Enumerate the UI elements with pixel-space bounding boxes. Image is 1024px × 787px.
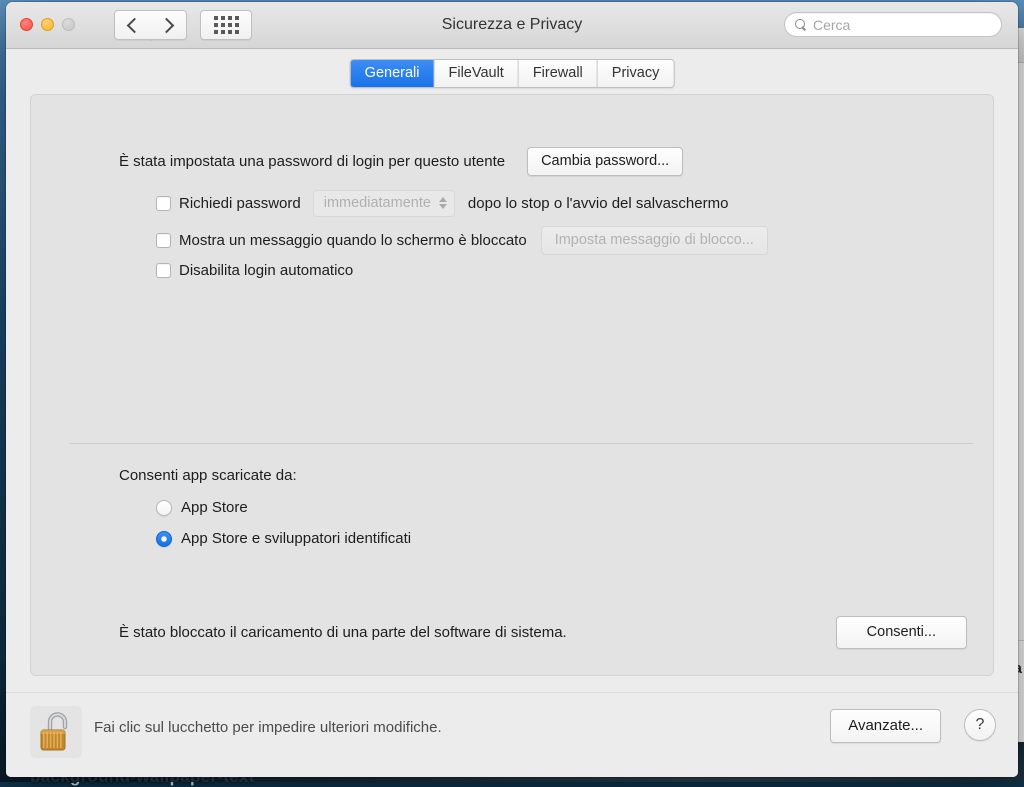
radio-app-store[interactable] bbox=[156, 500, 172, 516]
general-settings-panel: È stata impostata una password di login … bbox=[30, 94, 994, 676]
tab-group: Generali FileVault Firewall Privacy bbox=[350, 59, 675, 88]
require-password-suffix-label: dopo lo stop o l'avvio del salvaschermo bbox=[468, 195, 729, 212]
lock-message-label: Mostra un messaggio quando lo schermo è … bbox=[179, 232, 527, 249]
disable-auto-login-checkbox[interactable] bbox=[156, 263, 171, 278]
allow-apps-option-app-store[interactable]: App Store bbox=[156, 499, 248, 516]
disable-auto-login-label: Disabilita login automatico bbox=[179, 262, 353, 279]
search-placeholder: Cerca bbox=[813, 17, 850, 33]
advanced-button[interactable]: Avanzate... bbox=[830, 709, 941, 743]
window-titlebar: Sicurezza e Privacy Cerca bbox=[6, 2, 1018, 49]
require-password-delay-popup[interactable]: immediatamente bbox=[313, 190, 455, 217]
password-status-label: È stata impostata una password di login … bbox=[119, 153, 505, 170]
require-password-delay-value: immediatamente bbox=[324, 195, 431, 211]
set-lock-message-button[interactable]: Imposta messaggio di blocco... bbox=[541, 226, 768, 255]
section-divider bbox=[69, 443, 973, 444]
password-status-row: È stata impostata una password di login … bbox=[119, 147, 683, 176]
tab-firewall[interactable]: Firewall bbox=[519, 60, 598, 87]
allow-apps-heading-row: Consenti app scaricate da: bbox=[119, 467, 297, 484]
search-field[interactable]: Cerca bbox=[784, 12, 1002, 37]
disable-auto-login-row: Disabilita login automatico bbox=[156, 262, 353, 279]
lock-message-checkbox[interactable] bbox=[156, 233, 171, 248]
blocked-software-row: È stato bloccato il caricamento di una p… bbox=[119, 616, 967, 649]
radio-app-store-label: App Store bbox=[181, 499, 248, 516]
require-password-checkbox[interactable] bbox=[156, 196, 171, 211]
chevron-updown-icon bbox=[439, 197, 447, 209]
change-password-button[interactable]: Cambia password... bbox=[527, 147, 683, 176]
radio-app-store-and-identified-developers[interactable] bbox=[156, 531, 172, 547]
padlock-svg bbox=[38, 711, 74, 753]
allow-apps-option-app-store-and-developers[interactable]: App Store e sviluppatori identificati bbox=[156, 530, 411, 547]
allow-blocked-software-button[interactable]: Consenti... bbox=[836, 616, 967, 649]
tab-bar: Generali FileVault Firewall Privacy bbox=[6, 49, 1018, 87]
tab-filevault[interactable]: FileVault bbox=[434, 60, 518, 87]
help-button[interactable]: ? bbox=[964, 709, 996, 741]
window-bottom-bar: Fai clic sul lucchetto per impedire ulte… bbox=[6, 692, 1018, 777]
require-password-row: Richiedi password immediatamente dopo lo… bbox=[156, 190, 728, 217]
tab-privacy[interactable]: Privacy bbox=[598, 60, 674, 87]
radio-app-store-and-identified-developers-label: App Store e sviluppatori identificati bbox=[181, 530, 411, 547]
require-password-label: Richiedi password bbox=[179, 195, 301, 212]
unlocked-padlock-icon[interactable] bbox=[30, 706, 82, 758]
blocked-software-message: È stato bloccato il caricamento di una p… bbox=[119, 624, 567, 641]
lock-message-row: Mostra un messaggio quando lo schermo è … bbox=[156, 226, 768, 255]
search-icon bbox=[795, 19, 807, 31]
lock-message-text: Fai clic sul lucchetto per impedire ulte… bbox=[94, 719, 442, 736]
allow-apps-heading: Consenti app scaricate da: bbox=[119, 467, 297, 484]
tab-generali[interactable]: Generali bbox=[351, 60, 435, 87]
security-privacy-window: Sicurezza e Privacy Cerca Generali FileV… bbox=[6, 2, 1018, 777]
